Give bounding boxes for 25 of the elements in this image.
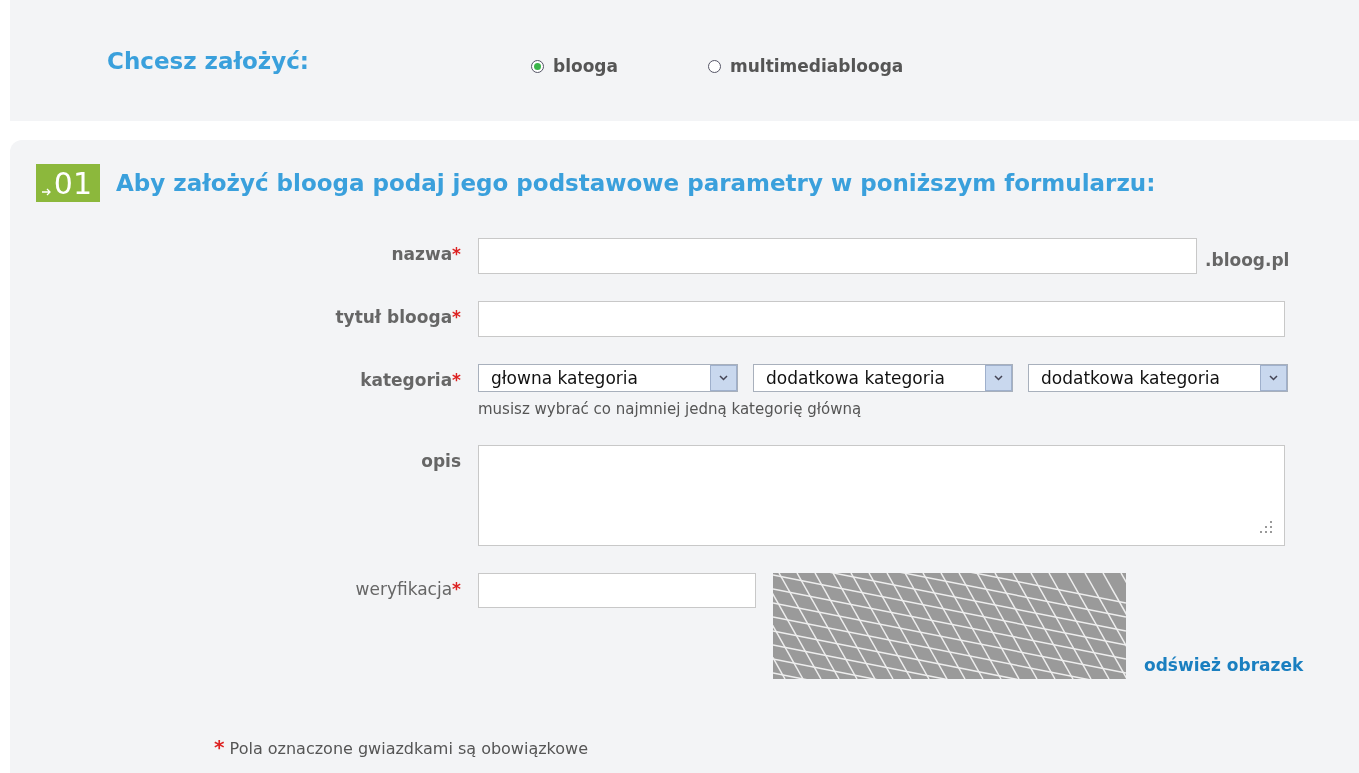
radio-icon[interactable] — [708, 59, 721, 73]
refresh-image-link[interactable]: odśwież obrazek — [1144, 655, 1304, 679]
field-label: opis — [420, 450, 461, 471]
category-dropdown[interactable]: głowna kategoria — [478, 364, 738, 392]
field-label: weryfikacja* — [354, 578, 461, 599]
radio-option[interactable]: blooga — [531, 56, 618, 76]
required-fields-note: * Pola oznaczone gwiazdkami są obowiązkowe — [214, 735, 589, 759]
step-number: 01 — [53, 166, 92, 202]
radio-option[interactable]: multimediablooga — [708, 56, 904, 76]
field-label: kategoria* — [359, 369, 461, 390]
field-label: tytuł blooga* — [334, 306, 461, 327]
verification-input[interactable] — [478, 573, 756, 608]
domain-suffix: .bloog.pl — [1205, 250, 1290, 272]
text-input[interactable] — [478, 301, 1285, 337]
choice-title: Chcesz założyć: — [107, 48, 311, 74]
field-hint: musisz wybrać co najmniej jedną kategorię główną — [478, 400, 863, 418]
category-dropdown[interactable]: dodatkowa kategoria — [753, 364, 1013, 392]
section-title: Aby założyć blooga podaj jego podstawowe parametry w poniższym formularzu: — [116, 170, 1156, 196]
field-label: nazwa* — [390, 243, 461, 264]
category-dropdown[interactable]: dodatkowa kategoria — [1028, 364, 1288, 392]
arrow-icon — [41, 187, 52, 197]
radio-icon[interactable] — [531, 59, 544, 73]
description-textarea[interactable] — [478, 445, 1285, 546]
resize-grip-icon[interactable] — [1258, 519, 1274, 535]
text-input[interactable] — [478, 238, 1197, 274]
